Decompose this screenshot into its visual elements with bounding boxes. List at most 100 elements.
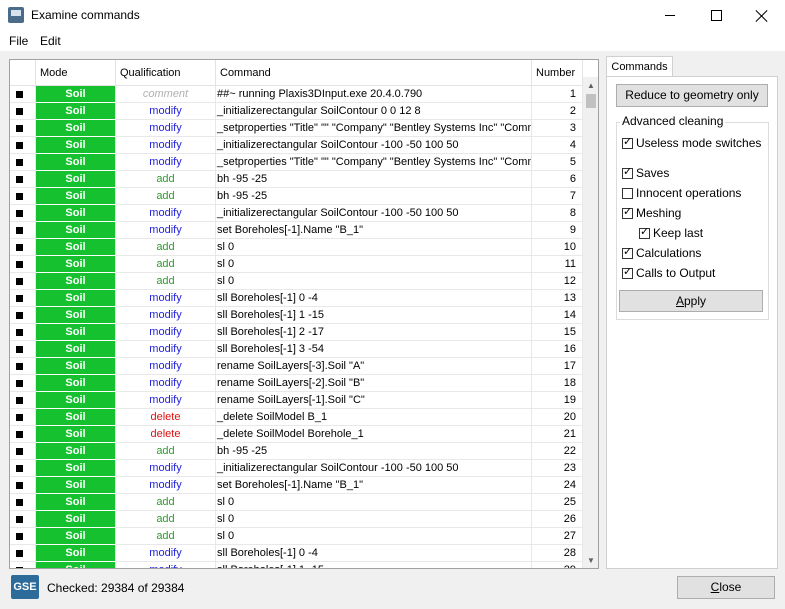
header-command[interactable]: Command — [216, 60, 532, 86]
table-row[interactable]: Soil modify _initializerectangular SoilCon… — [10, 460, 583, 477]
row-selector[interactable] — [10, 154, 36, 171]
tab-commands[interactable]: Commands — [606, 56, 673, 77]
checkbox-icon[interactable] — [622, 245, 633, 259]
row-selector[interactable] — [10, 103, 36, 120]
table-row[interactable]: Soil add sl 0 11 — [10, 256, 583, 273]
option-checkbox[interactable]: Saves — [622, 165, 669, 180]
option-checkbox[interactable]: Keep last — [639, 225, 703, 240]
row-selector[interactable] — [10, 511, 36, 528]
vertical-scrollbar[interactable]: ▲ ▼ — [583, 77, 598, 568]
table-row[interactable]: Soil add sl 0 26 — [10, 511, 583, 528]
row-selector[interactable] — [10, 307, 36, 324]
table-row[interactable]: Soil add sl 0 10 — [10, 239, 583, 256]
row-selector[interactable] — [10, 205, 36, 222]
table-row[interactable]: Soil add sl 0 27 — [10, 528, 583, 545]
table-row[interactable]: Soil modify sll Boreholes[-1] 0 -4 13 — [10, 290, 583, 307]
row-selector[interactable] — [10, 375, 36, 392]
table-row[interactable]: Soil modify _initializerectangular SoilCon… — [10, 137, 583, 154]
command-cell: bh -95 -25 — [216, 443, 532, 460]
row-selector[interactable] — [10, 477, 36, 494]
row-selector[interactable] — [10, 290, 36, 307]
menu-file[interactable]: File — [9, 34, 28, 48]
checkbox-icon[interactable] — [639, 225, 650, 239]
row-selector[interactable] — [10, 358, 36, 375]
table-row[interactable]: Soil modify _setproperties "Title" "" "Com… — [10, 154, 583, 171]
scroll-thumb[interactable] — [586, 94, 596, 108]
table-row[interactable]: Soil comment ##~ running Plaxis3DInput.exe… — [10, 86, 583, 103]
table-row[interactable]: Soil delete _delete SoilModel B_1 20 — [10, 409, 583, 426]
row-selector[interactable] — [10, 273, 36, 290]
row-selector[interactable] — [10, 460, 36, 477]
header-qualification[interactable]: Qualification — [116, 60, 216, 86]
table-row[interactable]: Soil modify sll Boreholes[-1] 2 -17 15 — [10, 324, 583, 341]
checkbox-icon[interactable] — [622, 165, 633, 179]
row-selector[interactable] — [10, 528, 36, 545]
row-selector[interactable] — [10, 188, 36, 205]
row-selector[interactable] — [10, 324, 36, 341]
row-marker-icon — [16, 244, 23, 251]
reduce-geometry-button[interactable]: Reduce to geometry only — [616, 84, 768, 107]
table-row[interactable]: Soil add bh -95 -25 7 — [10, 188, 583, 205]
mode-cell: Soil — [36, 239, 116, 256]
command-cell: _delete SoilModel Borehole_1 — [216, 426, 532, 443]
table-row[interactable]: Soil add sl 0 12 — [10, 273, 583, 290]
row-selector[interactable] — [10, 392, 36, 409]
row-selector[interactable] — [10, 545, 36, 562]
row-selector[interactable] — [10, 443, 36, 460]
qualification-cell: modify — [116, 205, 216, 222]
row-selector[interactable] — [10, 239, 36, 256]
table-row[interactable]: Soil modify sll Boreholes[-1] 0 -4 28 — [10, 545, 583, 562]
commands-grid[interactable]: Mode Qualification Command Number Soil co… — [9, 59, 599, 569]
table-row[interactable]: Soil add bh -95 -25 6 — [10, 171, 583, 188]
row-marker-icon — [16, 142, 23, 149]
scroll-down-icon[interactable]: ▼ — [583, 552, 598, 568]
checkbox-icon[interactable] — [622, 135, 633, 149]
number-cell: 21 — [532, 426, 583, 443]
option-checkbox[interactable]: Meshing — [622, 205, 681, 220]
table-row[interactable]: Soil modify _initializerectangular SoilCon… — [10, 205, 583, 222]
option-checkbox[interactable]: Useless mode switches — [622, 135, 761, 150]
apply-button[interactable]: Apply — [619, 290, 763, 312]
option-checkbox[interactable]: Calculations — [622, 245, 701, 260]
option-checkbox[interactable]: Calls to Output — [622, 265, 715, 280]
qualification-cell: modify — [116, 137, 216, 154]
mode-cell: Soil — [36, 171, 116, 188]
close-button[interactable]: Close — [677, 576, 775, 599]
row-selector[interactable] — [10, 562, 36, 568]
table-row[interactable]: Soil modify rename SoilLayers[-2].Soil "B"… — [10, 375, 583, 392]
maximize-button[interactable] — [693, 0, 739, 31]
row-selector[interactable] — [10, 171, 36, 188]
checkbox-icon[interactable] — [622, 187, 633, 199]
checkbox-icon[interactable] — [622, 265, 633, 279]
row-selector[interactable] — [10, 341, 36, 358]
header-select[interactable] — [10, 60, 36, 86]
option-checkbox[interactable]: Innocent operations — [622, 186, 741, 200]
table-row[interactable]: Soil modify rename SoilLayers[-1].Soil "C"… — [10, 392, 583, 409]
table-row[interactable]: Soil delete _delete SoilModel Borehole_1 21 — [10, 426, 583, 443]
row-selector[interactable] — [10, 120, 36, 137]
table-row[interactable]: Soil add sl 0 25 — [10, 494, 583, 511]
table-row[interactable]: Soil add bh -95 -25 22 — [10, 443, 583, 460]
table-row[interactable]: Soilmodifysll Boreholes[-1] 1 -1529 — [10, 562, 583, 568]
table-row[interactable]: Soil modify set Boreholes[-1].Name "B_1" 9 — [10, 222, 583, 239]
table-row[interactable]: Soil modify _setproperties "Title" "" "Com… — [10, 120, 583, 137]
table-row[interactable]: Soil modify rename SoilLayers[-3].Soil "A"… — [10, 358, 583, 375]
header-number[interactable]: Number — [532, 60, 583, 86]
row-selector[interactable] — [10, 222, 36, 239]
row-selector[interactable] — [10, 256, 36, 273]
row-selector[interactable] — [10, 426, 36, 443]
row-selector[interactable] — [10, 494, 36, 511]
table-row[interactable]: Soil modify _initializerectangular SoilCon… — [10, 103, 583, 120]
header-mode[interactable]: Mode — [36, 60, 116, 86]
table-row[interactable]: Soil modify sll Boreholes[-1] 3 -54 16 — [10, 341, 583, 358]
minimize-button[interactable] — [647, 0, 693, 31]
row-selector[interactable] — [10, 409, 36, 426]
table-row[interactable]: Soil modify sll Boreholes[-1] 1 -15 14 — [10, 307, 583, 324]
row-selector[interactable] — [10, 86, 36, 103]
close-window-button[interactable] — [739, 0, 785, 31]
checkbox-icon[interactable] — [622, 205, 633, 219]
scroll-up-icon[interactable]: ▲ — [583, 77, 598, 93]
table-row[interactable]: Soil modify set Boreholes[-1].Name "B_1" 24 — [10, 477, 583, 494]
menu-edit[interactable]: Edit — [40, 34, 61, 48]
row-selector[interactable] — [10, 137, 36, 154]
